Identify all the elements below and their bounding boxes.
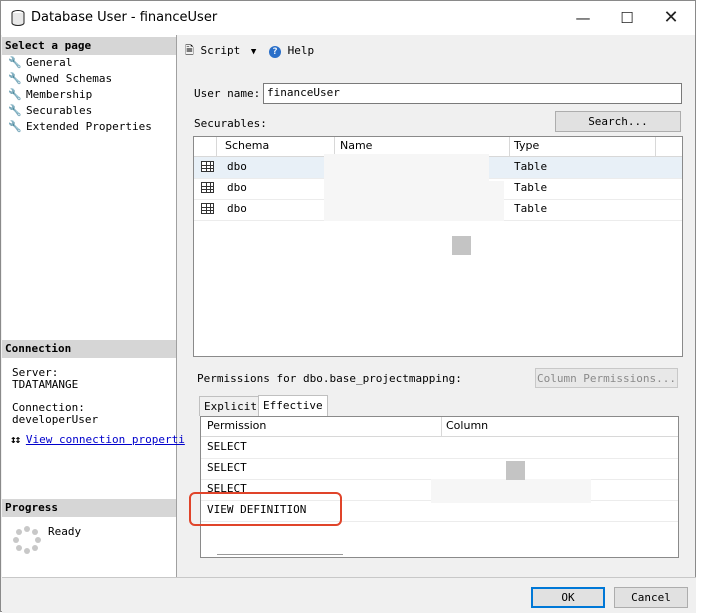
securables-label: Securables: xyxy=(194,117,267,130)
wrench-icon: 🔧 xyxy=(8,56,22,69)
table-icon xyxy=(201,203,214,214)
column-header-column[interactable]: Column xyxy=(446,417,488,436)
permissions-header: Permission Column xyxy=(201,417,678,437)
dialog-footer: OK Cancel xyxy=(2,577,696,613)
progress-header: Progress xyxy=(2,499,176,517)
connection-value: developerUser xyxy=(12,413,99,426)
maximize-icon[interactable]: ☐ xyxy=(605,1,649,35)
redacted-name xyxy=(324,181,504,221)
redacted-column xyxy=(431,479,591,503)
help-button[interactable]: ? Help xyxy=(269,43,314,59)
script-button[interactable]: 🗎 Script ▼ xyxy=(185,43,256,59)
wrench-icon: 🔧 xyxy=(8,104,22,117)
page-owned-schemas[interactable]: 🔧 Owned Schemas xyxy=(8,71,112,87)
permissions-grid[interactable]: Permission Column SELECT SELECT SELECT V… xyxy=(200,416,679,558)
tab-explicit[interactable]: Explicit xyxy=(199,396,262,416)
column-header-schema[interactable]: Schema xyxy=(225,137,269,156)
server-value: TDATAMANGE xyxy=(12,378,79,391)
redacted-block xyxy=(506,461,525,480)
close-icon[interactable]: ✕ xyxy=(649,1,693,35)
page-extended-properties[interactable]: 🔧 Extended Properties xyxy=(8,119,152,135)
column-permissions-button[interactable]: Column Permissions... xyxy=(535,368,678,388)
column-header-type[interactable]: Type xyxy=(514,137,539,156)
window-title: Database User - financeUser xyxy=(31,10,218,25)
ok-button[interactable]: OK xyxy=(531,587,605,608)
help-icon: ? xyxy=(269,46,281,58)
horizontal-scrollbar[interactable] xyxy=(217,554,343,555)
search-button[interactable]: Search... xyxy=(555,111,681,132)
progress-spinner-icon xyxy=(13,526,41,554)
permission-row[interactable]: SELECT xyxy=(201,437,678,459)
minimize-icon[interactable]: — xyxy=(561,1,605,35)
column-header-permission[interactable]: Permission xyxy=(207,417,266,436)
redacted-name xyxy=(324,154,489,181)
table-icon xyxy=(201,182,214,193)
page-general[interactable]: 🔧 General xyxy=(8,55,72,71)
user-name-label: User name: xyxy=(194,87,261,100)
script-icon: 🗎 xyxy=(185,44,194,57)
table-icon xyxy=(201,161,214,172)
wrench-icon: 🔧 xyxy=(8,72,22,85)
title-bar: Database User - financeUser — ☐ ✕ xyxy=(1,1,695,35)
securables-grid[interactable]: Schema Name Type dbo Table dbo Table dbo xyxy=(193,136,683,357)
wrench-icon: 🔧 xyxy=(8,120,22,133)
left-pane: Select a page 🔧 General 🔧 Owned Schemas 🔧 M… xyxy=(2,35,185,577)
permission-row[interactable]: SELECT xyxy=(201,458,678,480)
progress-status: Ready xyxy=(48,525,82,538)
user-name-field[interactable]: financeUser xyxy=(263,83,682,104)
database-icon xyxy=(11,10,25,26)
permissions-label: Permissions for dbo.base_projectmapping: xyxy=(197,372,462,385)
page-membership[interactable]: 🔧 Membership xyxy=(8,87,92,103)
main-pane: 🗎 Script ▼ ? Help User name: financeUser… xyxy=(177,35,695,577)
connection-properties-icon: ↕↕ xyxy=(10,433,21,446)
database-user-dialog: Database User - financeUser — ☐ ✕ Select… xyxy=(0,0,696,613)
page-securables[interactable]: 🔧 Securables xyxy=(8,103,92,119)
select-page-header: Select a page xyxy=(2,37,176,55)
view-definition-highlight xyxy=(189,492,342,526)
redacted-block xyxy=(452,236,471,255)
wrench-icon: 🔧 xyxy=(8,88,22,101)
tab-effective[interactable]: Effective xyxy=(258,395,328,417)
connection-header: Connection xyxy=(2,340,176,358)
view-connection-properties-link[interactable]: View connection properti xyxy=(26,433,185,446)
chevron-down-icon: ▼ xyxy=(250,47,257,57)
cancel-button[interactable]: Cancel xyxy=(614,587,688,608)
